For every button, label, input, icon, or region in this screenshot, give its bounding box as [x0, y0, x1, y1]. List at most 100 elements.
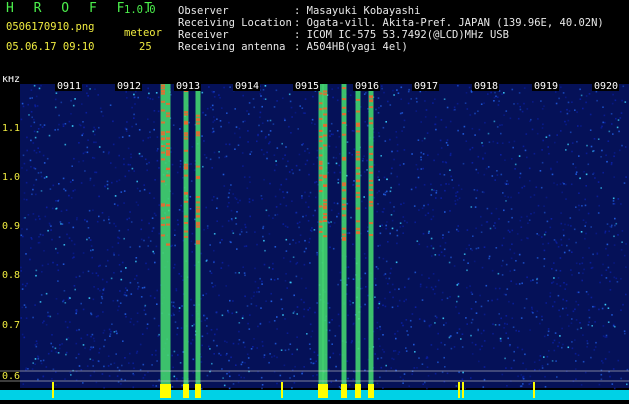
noise-dot: [91, 333, 94, 336]
noise-dot: [563, 234, 565, 237]
noise-dot: [120, 191, 123, 193]
noise-dot: [178, 310, 181, 312]
noise-dot: [114, 195, 117, 197]
noise-dot: [189, 208, 192, 210]
noise-dot: [203, 140, 205, 142]
noise-dot: [559, 257, 562, 259]
noise-dot: [277, 278, 279, 280]
noise-dot: [304, 150, 306, 152]
noise-dot: [213, 151, 216, 154]
noise-dot: [513, 140, 516, 143]
noise-dot: [101, 212, 104, 214]
noise-dot: [275, 164, 278, 166]
noise-dot: [303, 308, 306, 311]
noise-dot: [301, 372, 303, 375]
noise-dot: [571, 142, 574, 144]
noise-dot: [462, 371, 464, 374]
noise-dot: [493, 120, 496, 123]
noise-dot: [596, 253, 599, 255]
noise-dot: [85, 111, 88, 114]
noise-dot: [348, 152, 351, 154]
noise-dot: [402, 382, 404, 384]
noise-dot: [155, 92, 158, 94]
noise-dot: [609, 225, 611, 228]
noise-dot: [86, 238, 88, 241]
noise-dot: [148, 192, 151, 194]
noise-dot: [118, 237, 121, 240]
meteor-hotspot: [161, 121, 165, 124]
noise-dot: [141, 287, 144, 289]
noise-dot: [335, 365, 337, 368]
noise-dot: [252, 199, 254, 202]
noise-dot: [313, 351, 316, 354]
noise-dot: [287, 160, 289, 163]
noise-dot: [444, 366, 446, 368]
noise-dot: [501, 274, 504, 276]
noise-dot: [253, 106, 255, 109]
noise-dot: [333, 222, 336, 224]
noise-dot: [620, 249, 623, 251]
noise-dot: [520, 374, 523, 376]
noise-dot: [52, 368, 55, 371]
noise-dot: [305, 214, 307, 217]
noise-dot: [290, 106, 293, 109]
noise-dot: [474, 343, 477, 346]
meteor-hotspot: [369, 184, 373, 187]
noise-dot: [254, 231, 256, 233]
noise-dot: [376, 210, 378, 213]
noise-dot: [339, 279, 342, 282]
noise-dot: [155, 214, 157, 217]
noise-dot: [214, 284, 217, 287]
meteor-hotspot: [323, 144, 327, 147]
noise-dot: [221, 107, 223, 109]
noise-dot: [218, 151, 220, 153]
noise-dot: [383, 207, 385, 210]
noise-dot: [86, 151, 89, 154]
noise-dot: [153, 128, 155, 131]
noise-dot: [347, 314, 349, 317]
noise-dot: [312, 375, 314, 377]
noise-dot: [331, 343, 333, 345]
noise-dot: [92, 365, 94, 367]
noise-dot: [39, 233, 42, 236]
noise-dot: [536, 278, 538, 281]
noise-dot: [443, 248, 446, 251]
noise-dot: [295, 263, 297, 265]
noise-dot: [348, 232, 351, 234]
noise-dot: [463, 125, 466, 128]
noise-dot: [575, 300, 577, 303]
noise-dot: [252, 295, 255, 297]
noise-dot: [221, 261, 224, 264]
noise-dot: [143, 188, 146, 191]
noise-dot: [179, 362, 182, 364]
noise-dot: [467, 262, 469, 264]
noise-dot: [176, 219, 179, 221]
noise-dot: [268, 142, 270, 145]
noise-dot: [225, 285, 227, 287]
noise-dot: [616, 281, 619, 283]
noise-dot: [548, 152, 550, 155]
noise-dot: [517, 117, 520, 120]
noise-dot: [544, 386, 547, 388]
noise-dot: [601, 307, 604, 310]
meteor-hotspot: [342, 113, 346, 116]
noise-dot: [191, 146, 194, 148]
noise-dot: [427, 212, 430, 214]
meteor-hotspot: [184, 215, 188, 218]
noise-dot: [93, 184, 95, 187]
noise-dot: [500, 132, 502, 135]
meteor-hotspot: [196, 201, 200, 204]
noise-dot: [513, 103, 515, 105]
noise-dot: [276, 328, 278, 330]
noise-dot: [494, 222, 496, 224]
noise-dot: [526, 108, 529, 110]
noise-dot: [307, 309, 309, 311]
noise-dot: [574, 339, 576, 341]
noise-dot: [545, 196, 548, 199]
noise-dot: [475, 312, 478, 314]
noise-dot: [503, 327, 505, 329]
noise-dot: [211, 282, 213, 284]
noise-dot: [229, 375, 231, 378]
noise-dot: [97, 360, 100, 362]
noise-dot: [543, 265, 545, 268]
